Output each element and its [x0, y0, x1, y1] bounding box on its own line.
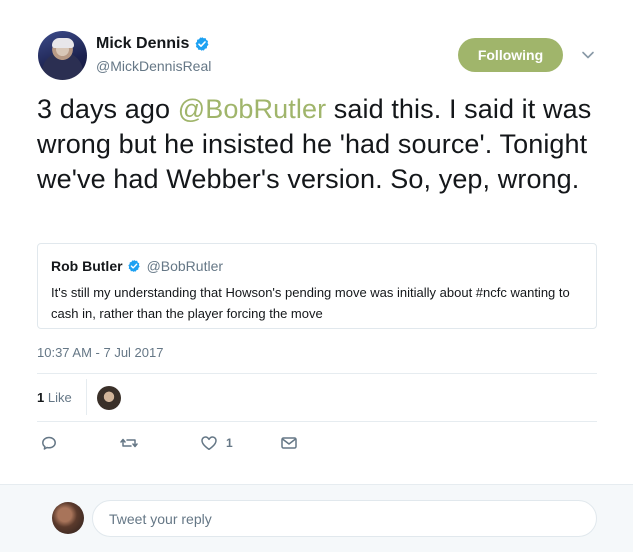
tweet-text: 3 days ago @BobRutler said this. I said …	[37, 92, 607, 197]
quoted-author-name: Rob Butler	[51, 258, 123, 274]
liker-avatar[interactable]	[97, 386, 121, 410]
reply-input[interactable]	[92, 500, 597, 537]
direct-message-button[interactable]	[280, 434, 298, 452]
mention-link[interactable]: @BobRutler	[178, 94, 326, 124]
chevron-down-icon[interactable]	[581, 48, 595, 62]
divider	[86, 379, 87, 415]
heart-icon	[201, 436, 217, 451]
likes-number: 1	[37, 390, 45, 405]
quoted-tweet-text: It's still my understanding that Howson'…	[51, 285, 570, 321]
author-display-name[interactable]: Mick Dennis	[96, 35, 189, 53]
author-avatar[interactable]	[38, 31, 87, 80]
retweet-icon	[120, 438, 138, 448]
tweet-actions: 1	[40, 434, 340, 452]
author-handle[interactable]: @MickDennisReal	[96, 58, 211, 74]
reply-icon	[42, 436, 56, 450]
divider	[37, 373, 597, 374]
likes-count[interactable]: 1 Like	[37, 390, 72, 405]
reply-bar	[0, 484, 633, 552]
like-action-count: 1	[226, 436, 233, 450]
following-button[interactable]: Following	[458, 38, 563, 72]
quoted-tweet-header: Rob Butler @BobRutler	[51, 258, 223, 274]
tweet-text-start: 3 days ago	[37, 94, 178, 124]
author-name-row: Mick Dennis	[96, 35, 210, 53]
verified-badge-icon	[195, 37, 209, 51]
quoted-author-handle: @BobRutler	[146, 258, 224, 274]
retweet-button[interactable]	[120, 434, 138, 452]
likes-label: Like	[47, 390, 72, 405]
divider	[37, 421, 597, 422]
like-button[interactable]: 1	[200, 434, 233, 452]
tweet-timestamp[interactable]: 10:37 AM - 7 Jul 2017	[37, 345, 163, 360]
current-user-avatar	[52, 502, 84, 534]
envelope-icon	[281, 437, 297, 449]
tweet-card: Mick Dennis @MickDennisReal Following 3 …	[0, 0, 633, 484]
verified-badge-icon	[127, 259, 140, 273]
reply-button[interactable]	[40, 434, 58, 452]
quoted-tweet[interactable]: Rob Butler @BobRutler It's still my unde…	[37, 243, 597, 329]
